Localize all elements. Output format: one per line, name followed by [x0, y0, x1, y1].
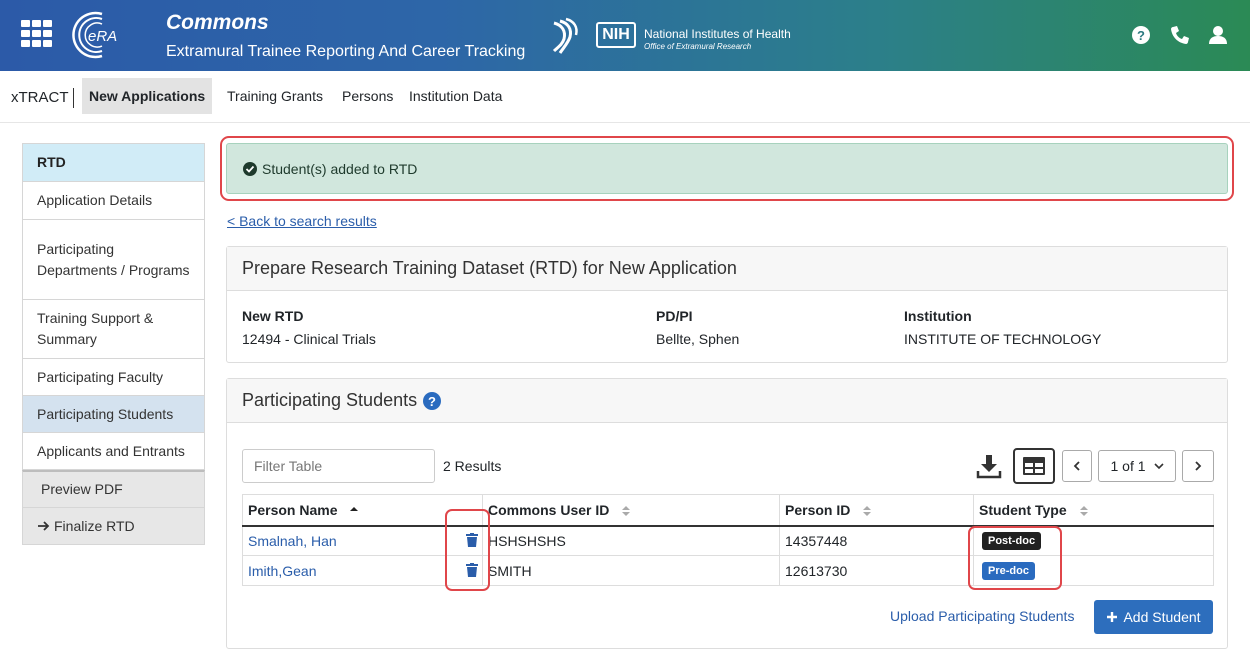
students-panel-title: Participating Students [242, 390, 418, 410]
table-row: Imith,Gean SMITH 12613730 Pre-doc [242, 555, 1214, 586]
pdpi-label: PD/PI [656, 308, 693, 324]
finalize-rtd-label: Finalize RTD [54, 517, 135, 534]
download-icon[interactable] [976, 453, 1002, 479]
nav-item-institution-data[interactable]: Institution Data [402, 78, 509, 114]
help-icon[interactable]: ? [1130, 24, 1152, 46]
sidebar-item-applicants-entrants[interactable]: Applicants and Entrants [22, 433, 205, 470]
person-id-cell: 12613730 [779, 555, 974, 586]
help-circle-icon[interactable]: ? [423, 391, 442, 410]
hhs-eagle-logo [552, 17, 578, 54]
add-student-button[interactable]: Add Student [1094, 600, 1213, 634]
era-logo-text: eRA [88, 28, 117, 45]
results-count: 2 Results [443, 458, 502, 474]
sidebar-item-training-support[interactable]: Training Support & Summary [22, 300, 205, 359]
institution-label: Institution [904, 308, 972, 324]
person-id-cell: 14357448 [779, 525, 974, 556]
nav-item-new-applications[interactable]: New Applications [82, 78, 213, 114]
column-label-person-id: Person ID [785, 501, 851, 518]
chevron-right-icon [1195, 461, 1202, 471]
phone-icon[interactable] [1169, 24, 1191, 46]
column-header-student-type[interactable]: Student Type [973, 494, 1214, 527]
preview-pdf-button[interactable]: Preview PDF [22, 470, 205, 508]
students-panel: Participating Students ? 2 Results 1 of … [226, 378, 1228, 649]
alert-highlight-ring [220, 136, 1234, 201]
sidebar-item-departments-programs[interactable]: Participating Departments / Programs [22, 220, 205, 300]
delete-highlight-ring [445, 509, 490, 591]
students-panel-header: Participating Students ? [227, 379, 1227, 423]
era-logo: eRA [72, 11, 117, 59]
sidebar-item-participating-faculty[interactable]: Participating Faculty [22, 359, 205, 396]
main-nav: xTRACT New Applications Training Grants … [0, 71, 1250, 123]
finalize-rtd-button[interactable]: Finalize RTD [22, 508, 205, 545]
nih-name: National Institutes of Health [644, 27, 791, 41]
plus-icon [1107, 612, 1118, 622]
person-name-link[interactable]: Smalnah, Han [248, 533, 337, 549]
table-header-row: Person Name Commons User ID Person ID St… [242, 494, 1214, 527]
pdpi-value: Bellte, Sphen [656, 331, 740, 347]
svg-text:?: ? [1137, 28, 1145, 43]
nav-item-persons[interactable]: Persons [335, 78, 400, 114]
sidebar-item-participating-students[interactable]: Participating Students [22, 396, 205, 433]
column-header-person-id[interactable]: Person ID [779, 494, 974, 527]
nav-item-training-grants[interactable]: Training Grants [220, 78, 330, 114]
svg-text:?: ? [428, 394, 436, 409]
sidebar: RTD Application Details Participating De… [22, 143, 205, 545]
new-rtd-value: 12494 - Clinical Trials [242, 331, 376, 347]
column-header-commons-user-id[interactable]: Commons User ID [482, 494, 780, 527]
page-select-value: 1 of 1 [1110, 458, 1146, 474]
app-header: eRA Commons Extramural Trainee Reporting… [0, 0, 1250, 71]
institution-value: INSTITUTE OF TECHNOLOGY [904, 331, 1102, 347]
rtd-panel: Prepare Research Training Dataset (RTD) … [226, 246, 1228, 363]
sort-icon [622, 506, 631, 517]
app-subtitle: Extramural Trainee Reporting And Career … [166, 43, 526, 60]
back-to-search-link[interactable]: < Back to search results [227, 213, 377, 229]
table-columns-icon [1023, 457, 1045, 475]
prev-page-button[interactable] [1062, 450, 1092, 482]
apps-grid-icon[interactable] [21, 20, 52, 47]
nih-logo: NIH [596, 22, 636, 48]
chevron-left-icon [1073, 461, 1080, 471]
page-select[interactable]: 1 of 1 [1098, 450, 1176, 482]
person-name-link[interactable]: Imith,Gean [248, 563, 316, 579]
rtd-panel-title: Prepare Research Training Dataset (RTD) … [227, 247, 1227, 291]
sort-ascending-icon [350, 506, 359, 511]
students-table: Person Name Commons User ID Person ID St… [242, 494, 1214, 586]
column-label-commons-user-id: Commons User ID [488, 501, 610, 518]
new-rtd-label: New RTD [242, 308, 304, 324]
sort-icon [863, 506, 872, 517]
sidebar-header[interactable]: RTD [22, 143, 205, 182]
arrow-right-icon [38, 521, 50, 531]
filter-table-input[interactable] [242, 449, 435, 483]
add-student-label: Add Student [1123, 609, 1201, 625]
student-type-highlight-ring [968, 526, 1062, 590]
commons-user-id-cell: SMITH [482, 555, 780, 586]
commons-user-id-cell: HSHSHSHS [482, 525, 780, 556]
app-title: Commons [166, 11, 269, 34]
nav-brand: xTRACT [11, 89, 69, 106]
nav-divider [73, 88, 74, 108]
column-label-student-type: Student Type [979, 501, 1067, 518]
upload-students-link[interactable]: Upload Participating Students [890, 608, 1074, 624]
nih-office: Office of Extramural Research [644, 42, 752, 51]
next-page-button[interactable] [1182, 450, 1214, 482]
user-icon[interactable] [1207, 24, 1229, 46]
table-row: Smalnah, Han HSHSHSHS 14357448 Post-doc [242, 525, 1214, 556]
column-label-person-name: Person Name [248, 501, 338, 518]
sort-icon [1079, 506, 1088, 517]
sidebar-item-application-details[interactable]: Application Details [22, 182, 205, 220]
chevron-down-icon [1153, 463, 1164, 470]
column-toggle-button[interactable] [1013, 448, 1055, 484]
